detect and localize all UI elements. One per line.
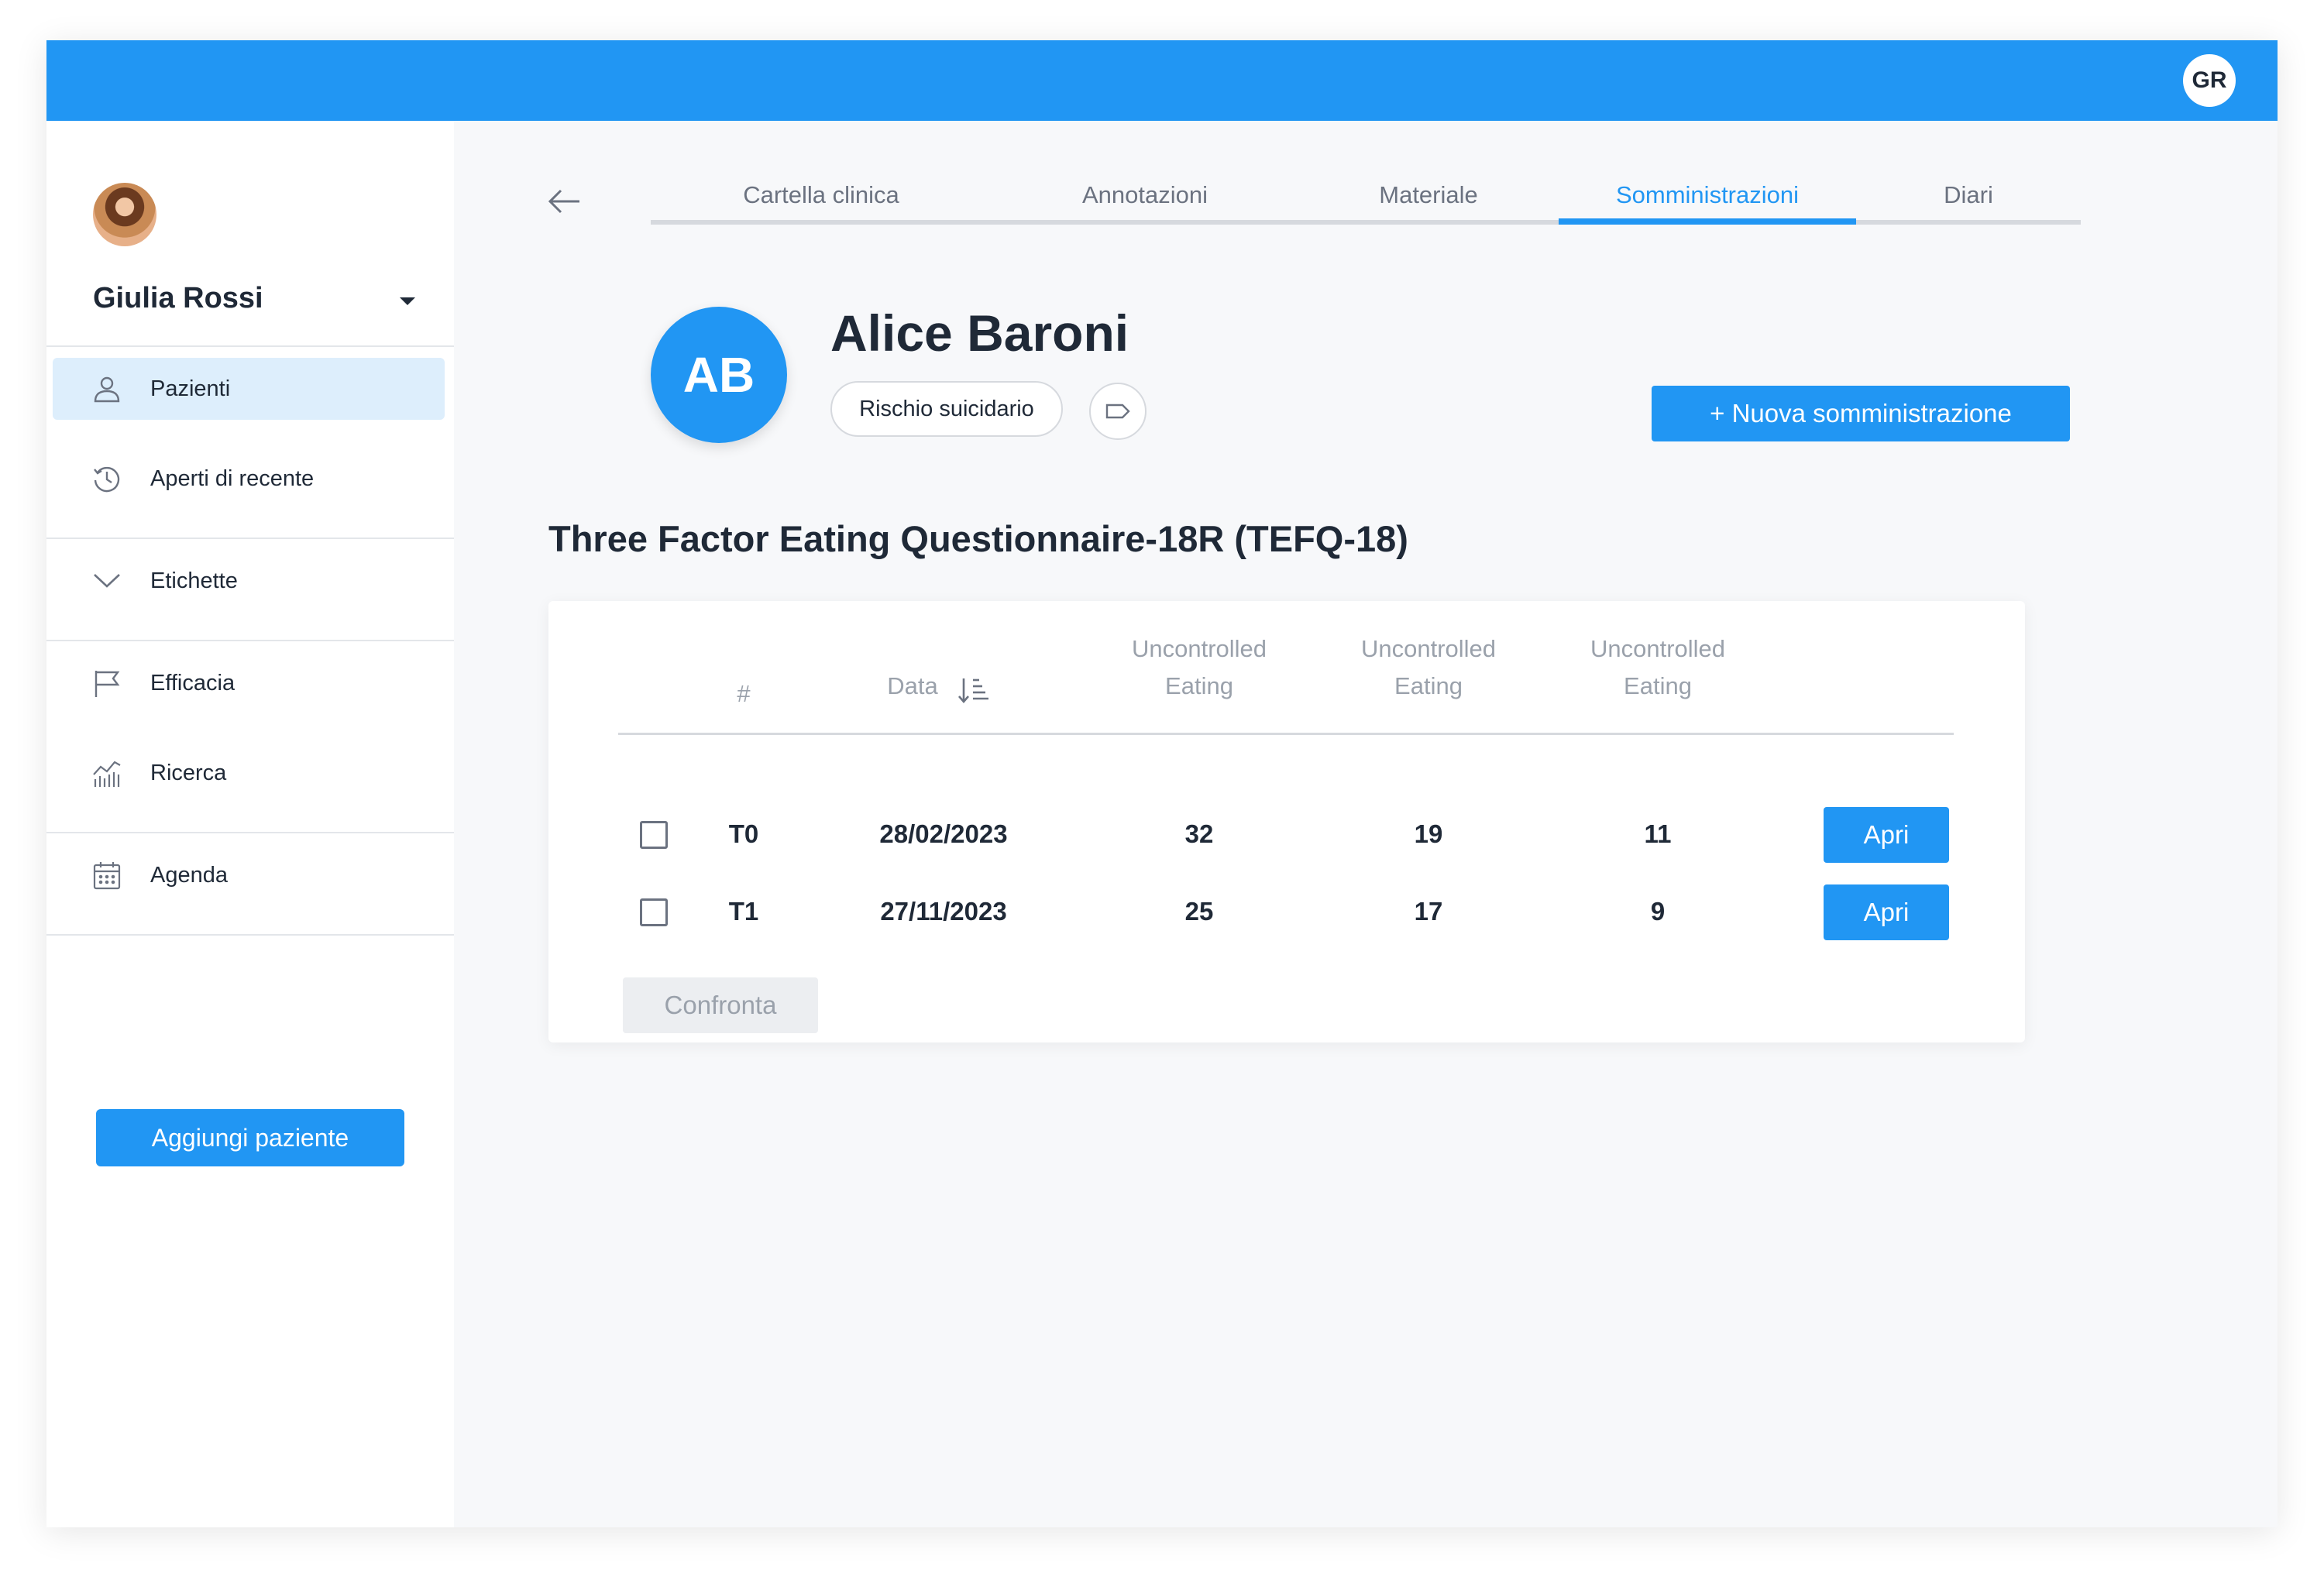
- row-date: 27/11/2023: [880, 897, 1007, 926]
- questionnaire-title: Three Factor Eating Questionnaire-18R (T…: [548, 518, 1408, 559]
- patient-name: Alice Baroni: [830, 304, 1129, 362]
- profile-name[interactable]: Giulia Rossi: [93, 282, 263, 315]
- sidebar-item-agenda[interactable]: Agenda: [53, 844, 445, 906]
- column-header-score-3: Uncontrolled Eating: [1565, 630, 1751, 705]
- calendar-icon: [93, 862, 121, 890]
- sidebar-item-aperti-di-recente[interactable]: Aperti di recente: [53, 448, 445, 510]
- app-window: GR Giulia Rossi Pazienti Aperti di recen…: [46, 40, 2278, 1527]
- sidebar: Giulia Rossi Pazienti Aperti di recente …: [46, 121, 454, 1527]
- column-header-line: Uncontrolled: [1131, 635, 1267, 662]
- compare-button[interactable]: Confronta: [623, 977, 818, 1033]
- column-header-date[interactable]: Data: [858, 668, 967, 705]
- add-tag-button[interactable]: [1089, 383, 1147, 440]
- caret-down-icon[interactable]: [400, 297, 415, 305]
- sidebar-item-pazienti[interactable]: Pazienti: [53, 358, 445, 420]
- sidebar-item-label: Agenda: [150, 862, 228, 888]
- column-header-line: Uncontrolled: [1590, 635, 1726, 662]
- sidebar-item-label: Etichette: [150, 568, 238, 593]
- tabs-track: [651, 220, 2081, 225]
- row-score-1: 25: [1184, 897, 1214, 926]
- tab-materiale[interactable]: Materiale: [1298, 181, 1559, 209]
- column-header-line: Eating: [1394, 672, 1463, 699]
- column-header-line: Eating: [1165, 672, 1233, 699]
- column-header-number: #: [737, 680, 751, 707]
- active-tab-indicator: [1559, 218, 1856, 225]
- sort-icon[interactable]: [957, 675, 992, 706]
- sidebar-divider: [46, 832, 454, 833]
- user-icon: [94, 376, 120, 403]
- sidebar-item-label: Aperti di recente: [150, 465, 315, 491]
- tag-icon: [1105, 404, 1130, 419]
- row-date: 28/02/2023: [879, 819, 1008, 848]
- row-score-3: 11: [1644, 819, 1672, 848]
- history-icon: [94, 466, 120, 493]
- top-bar: GR: [46, 40, 2278, 121]
- back-arrow-icon[interactable]: [545, 183, 583, 220]
- sidebar-item-label: Ricerca: [150, 760, 227, 785]
- chart-icon: [93, 761, 121, 787]
- sidebar-item-efficacia[interactable]: Efficacia: [53, 652, 445, 714]
- tab-somministrazioni[interactable]: Somministrazioni: [1559, 181, 1856, 209]
- row-score-1: 32: [1184, 819, 1214, 848]
- sidebar-divider: [46, 538, 454, 539]
- column-header-score-2: Uncontrolled Eating: [1336, 630, 1521, 705]
- sidebar-item-etichette[interactable]: Etichette: [53, 550, 445, 612]
- sidebar-item-label: Efficacia: [150, 670, 235, 696]
- open-button[interactable]: Apri: [1824, 884, 1949, 940]
- column-header-line: Uncontrolled: [1360, 635, 1497, 662]
- user-avatar-button[interactable]: GR: [2183, 54, 2236, 107]
- row-checkbox[interactable]: [640, 821, 668, 849]
- patient-tag-chip[interactable]: Rischio suicidario: [830, 381, 1063, 437]
- row-checkbox[interactable]: [640, 898, 668, 926]
- new-administration-button[interactable]: + Nuova somministrazione: [1652, 386, 2070, 441]
- profile-photo: [93, 183, 156, 246]
- tab-diari[interactable]: Diari: [1856, 181, 2081, 209]
- patient-avatar: AB: [651, 307, 787, 443]
- sidebar-divider: [46, 345, 454, 347]
- flag-icon: [95, 671, 120, 697]
- row-id: T0: [728, 819, 759, 848]
- sidebar-item-label: Pazienti: [150, 376, 231, 401]
- administrations-table-card: # Data Uncontrolled Eating Uncontrolled …: [548, 601, 2025, 1042]
- sidebar-divider: [46, 640, 454, 641]
- tab-cartella-clinica[interactable]: Cartella clinica: [651, 181, 992, 209]
- row-id: T1: [728, 897, 759, 926]
- table-header-divider: [618, 733, 1954, 735]
- row-score-2: 17: [1414, 897, 1443, 926]
- row-score-3: 9: [1650, 897, 1666, 926]
- column-header-score-1: Uncontrolled Eating: [1106, 630, 1292, 705]
- add-patient-button[interactable]: Aggiungi paziente: [96, 1109, 404, 1166]
- sidebar-divider: [46, 934, 454, 936]
- chevron-down-icon: [94, 574, 120, 588]
- tab-annotazioni[interactable]: Annotazioni: [992, 181, 1298, 209]
- column-header-line: Eating: [1624, 672, 1692, 699]
- sidebar-item-ricerca[interactable]: Ricerca: [53, 742, 445, 804]
- row-score-2: 19: [1414, 819, 1443, 848]
- open-button[interactable]: Apri: [1824, 807, 1949, 863]
